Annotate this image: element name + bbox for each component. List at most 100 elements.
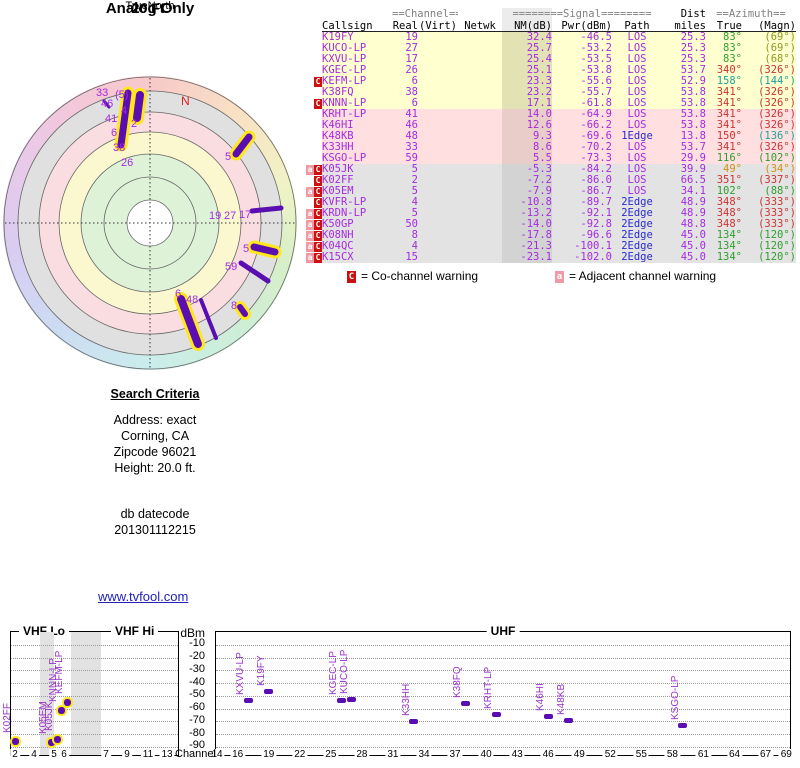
table-row: KUCO-LP2725.7-53.2LOS25.383°(69°)	[302, 43, 796, 54]
radar-plot: 33464163826(5)4251927175598486N	[3, 76, 297, 370]
axis-tick-label: 4	[29, 749, 39, 761]
cell-azimuth-magn: (326°)	[742, 120, 796, 131]
cell-channel-virt	[418, 109, 458, 120]
cell-azimuth-magn: (88°)	[742, 186, 796, 197]
cell-miles: 53.7	[662, 142, 706, 153]
radar-channel-label: 4	[121, 105, 127, 117]
cell-azimuth-true: 341°	[706, 87, 742, 98]
cell-path: LOS	[612, 87, 662, 98]
chart-bar	[409, 719, 418, 724]
cell-miles: 13.8	[662, 131, 706, 142]
cell-pwr-dbm: -53.2	[552, 43, 612, 54]
cell-path: 2Edge	[612, 230, 662, 241]
cell-azimuth-true: 134°	[706, 241, 742, 252]
radar-channel-label: 46	[101, 98, 113, 110]
cell-path: 2Edge	[612, 252, 662, 263]
cell-azimuth-true: 116°	[706, 153, 742, 164]
table-row: K46HI4612.6-66.2LOS53.8341°(326°)	[302, 120, 796, 131]
cell-nm-db: -21.3	[502, 241, 552, 252]
chart-bar	[492, 712, 501, 717]
cell-path: LOS	[612, 65, 662, 76]
cell-network	[458, 120, 502, 131]
cell-channel-virt	[418, 32, 458, 43]
cell-azimuth-true: 158°	[706, 76, 742, 87]
cell-channel-real: 38	[392, 87, 418, 98]
cell-miles: 45.0	[662, 252, 706, 263]
cell-azimuth-magn: (326°)	[742, 109, 796, 120]
warning-flags	[302, 153, 322, 164]
cell-network	[458, 241, 502, 252]
cochannel-warning-icon: C	[314, 253, 322, 263]
cell-azimuth-magn: (333°)	[742, 219, 796, 230]
cell-callsign: K38FQ	[322, 87, 392, 98]
table-row: aCK15CX15-23.1-102.02Edge45.0134°(120°)	[302, 252, 796, 263]
chart-bar	[461, 701, 470, 706]
warning-flags	[302, 120, 322, 131]
radar-channel-label: 26	[121, 157, 133, 169]
chart-bar-label: K38FQ	[453, 666, 463, 698]
cell-miles: 53.8	[662, 87, 706, 98]
cell-channel-virt	[418, 175, 458, 186]
cell-azimuth-magn: (69°)	[742, 32, 796, 43]
chart-bar-label: KEFM-LP	[55, 651, 65, 694]
cell-azimuth-true: 341°	[706, 142, 742, 153]
cell-azimuth-magn: (326°)	[742, 87, 796, 98]
cell-callsign: K50GP	[322, 219, 392, 230]
col-magn: (Magn)	[742, 20, 796, 31]
legend-adjacent-text: = Adjacent channel warning	[569, 270, 716, 283]
cell-callsign: K08NH	[322, 230, 392, 241]
cell-azimuth-magn: (102°)	[742, 153, 796, 164]
cochannel-warning-icon: C	[314, 209, 322, 219]
vhf-chart: VHF Lo VHF Hi 2456791113K02FFK05EMK05JKK…	[10, 631, 179, 756]
cell-channel-virt	[418, 65, 458, 76]
chart-bar-label: KRHT-LP	[484, 667, 494, 709]
col-miles: miles	[662, 20, 706, 31]
y-axis-tick-label: -90	[173, 739, 205, 751]
cell-callsign: KUCO-LP	[322, 43, 392, 54]
cell-network	[458, 109, 502, 120]
cell-channel-virt	[418, 153, 458, 164]
cell-channel-virt	[418, 142, 458, 153]
cell-channel-real: 19	[392, 32, 418, 43]
cell-path: 2Edge	[612, 241, 662, 252]
chart-bar-label: K05JK	[45, 701, 55, 730]
cell-path: 2Edge	[612, 208, 662, 219]
cell-nm-db: 14.0	[502, 109, 552, 120]
search-height: Height: 20.0 ft.	[55, 460, 255, 476]
cell-nm-db: 25.1	[502, 65, 552, 76]
warning-flags	[302, 109, 322, 120]
table-row: CKEFM-LP623.3-55.6LOS52.9158°(144°)	[302, 76, 796, 87]
db-datecode-label: db datecode	[55, 506, 255, 522]
axis-tick-label: 58	[665, 749, 680, 761]
cell-network	[458, 43, 502, 54]
table-row: KGEC-LP2625.1-53.8LOS53.7340°(326°)	[302, 65, 796, 76]
cell-azimuth-magn: (326°)	[742, 98, 796, 109]
col-pwr: Pwr(dBm)	[552, 20, 612, 31]
axis-tick-label: 40	[479, 749, 494, 761]
adjacent-warning-icon: a	[306, 242, 314, 252]
chart-bar-label: K19FY	[257, 655, 267, 686]
gridline	[11, 670, 178, 671]
cell-callsign: K02FF	[322, 175, 392, 186]
chart-bar	[244, 698, 253, 703]
gridline	[216, 670, 790, 671]
cell-pwr-dbm: -53.5	[552, 54, 612, 65]
cell-miles: 45.0	[662, 230, 706, 241]
cell-channel-virt	[418, 131, 458, 142]
warning-flags: aC	[302, 186, 322, 197]
cell-channel-real: 33	[392, 142, 418, 153]
gridline	[11, 747, 178, 748]
table-row: CKVFR-LP4-10.8-89.72Edge48.9348°(333°)	[302, 197, 796, 208]
cell-miles: 53.8	[662, 98, 706, 109]
tvfool-link[interactable]: www.tvfool.com	[98, 589, 188, 604]
cell-miles: 39.9	[662, 164, 706, 175]
chart-bar-label: KSGO-LP	[671, 675, 681, 719]
axis-tick-label: 31	[385, 749, 400, 761]
col-virt: (Virt)	[418, 20, 458, 31]
vhf-gap-band	[71, 632, 101, 755]
axis-tick-label: 19	[261, 749, 276, 761]
gridline	[11, 658, 178, 659]
col-real: Real	[392, 20, 418, 31]
cell-path: 1Edge	[612, 131, 662, 142]
radar-channel-label: (5)	[115, 89, 128, 101]
